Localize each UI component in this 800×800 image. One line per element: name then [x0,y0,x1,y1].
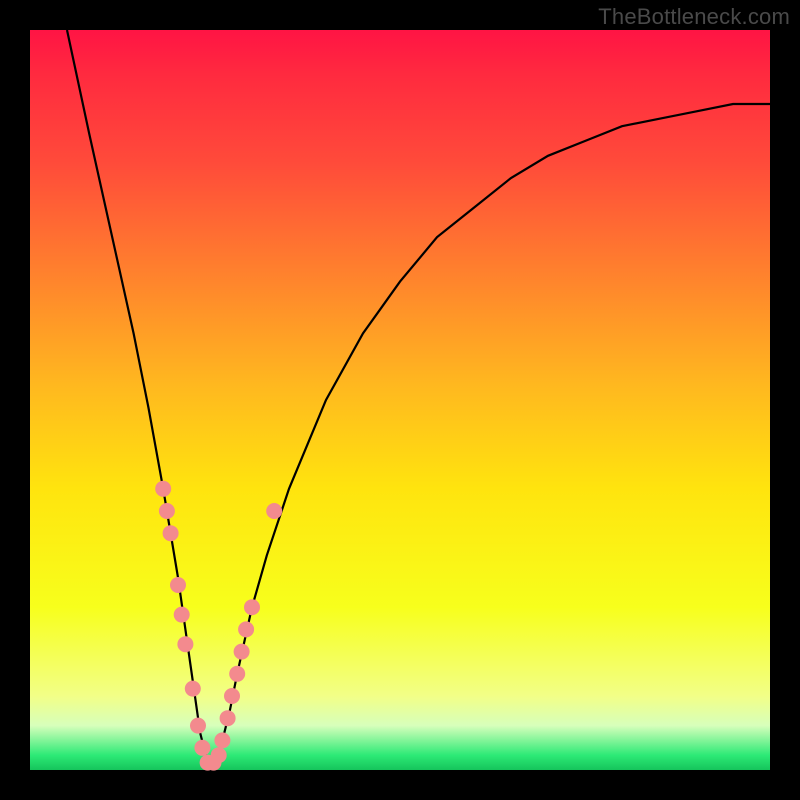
marker-dot [170,577,186,593]
marker-dot [220,710,236,726]
marker-dot [190,718,206,734]
marker-dot [266,503,282,519]
marker-group [155,481,282,771]
marker-dot [214,732,230,748]
marker-dot [211,747,227,763]
marker-dot [163,525,179,541]
marker-dot [234,644,250,660]
marker-dot [177,636,193,652]
marker-dot [174,607,190,623]
plot-area [30,30,770,770]
chart-frame: TheBottleneck.com [0,0,800,800]
bottleneck-curve [67,30,770,763]
marker-dot [244,599,260,615]
marker-dot [185,681,201,697]
marker-dot [155,481,171,497]
marker-dot [238,621,254,637]
watermark-text: TheBottleneck.com [598,4,790,30]
marker-dot [194,740,210,756]
marker-dot [159,503,175,519]
marker-dot [229,666,245,682]
marker-dot [224,688,240,704]
curve-overlay [30,30,770,770]
